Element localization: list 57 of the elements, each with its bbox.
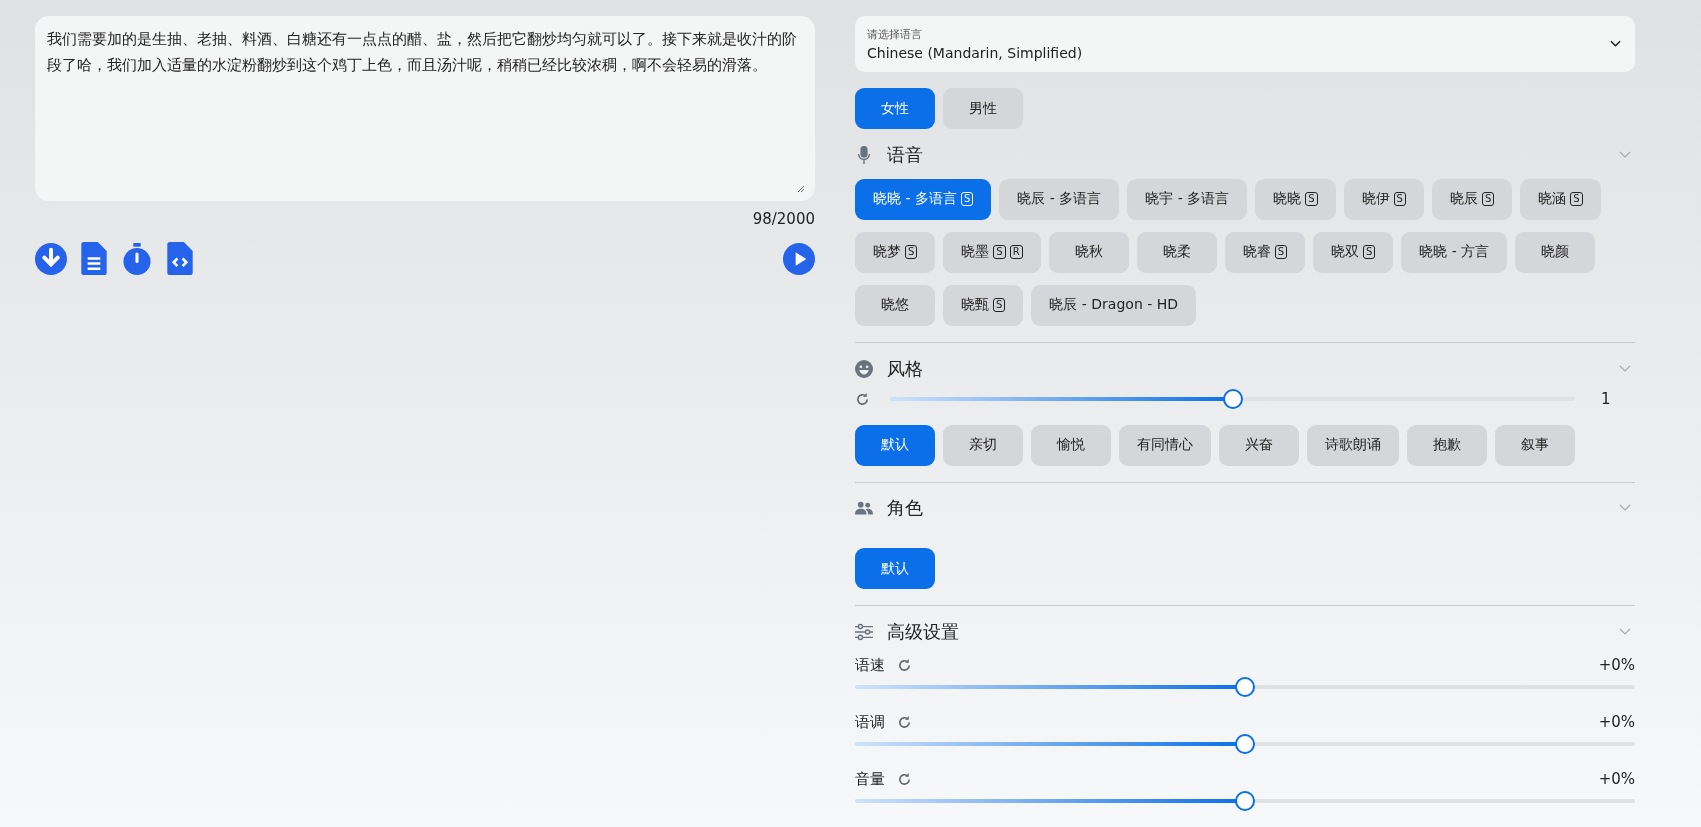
voice-option[interactable]: 晓辰 - Dragon - HD <box>1031 284 1196 326</box>
voice-badge: S <box>993 298 1006 313</box>
slider-value: +0% <box>1598 713 1635 732</box>
voice-option[interactable]: 晓秋 <box>1048 231 1129 273</box>
slider-label: 音量 <box>855 770 885 789</box>
style-option[interactable]: 诗歌朗诵 <box>1307 424 1399 466</box>
voice-option[interactable]: 晓双 S <box>1313 231 1394 273</box>
voice-option[interactable]: 晓晓 S <box>1255 178 1336 220</box>
voice-badge: S <box>905 245 918 260</box>
voice-option[interactable]: 晓宇 - 多语言 <box>1127 178 1248 220</box>
gender-option[interactable]: 男性 <box>943 88 1023 129</box>
style-option[interactable]: 默认 <box>855 424 935 466</box>
slider-value: +0% <box>1598 656 1635 675</box>
select-label: 请选择语言 <box>867 27 923 42</box>
voice-badge: S <box>1393 192 1406 207</box>
section-title: 角色 <box>887 496 924 521</box>
style-option[interactable]: 有同情心 <box>1119 424 1211 466</box>
slider-label: 语调 <box>855 713 885 732</box>
style-option[interactable]: 亲切 <box>943 424 1023 466</box>
slider-label: 语速 <box>855 656 885 675</box>
voice-badge: S <box>1570 192 1583 207</box>
select-value: Chinese (Mandarin, Simplified) <box>867 45 1084 61</box>
section-title: 高级设置 <box>887 620 960 645</box>
voice-option[interactable]: 晓柔 <box>1136 231 1217 273</box>
voice-option[interactable]: 晓睿 S <box>1224 231 1306 273</box>
language-select[interactable]: 请选择语言 Chinese (Mandarin, Simplified) <box>855 16 1635 72</box>
voice-option[interactable]: 晓辰 - 多语言 <box>999 178 1120 220</box>
gender-option[interactable]: 女性 <box>855 88 935 129</box>
voice-badge: S <box>993 245 1006 260</box>
voice-option[interactable]: 晓墨 S R <box>943 231 1041 273</box>
voice-badge: S <box>1481 192 1495 207</box>
voice-option[interactable]: 晓甄 S <box>943 284 1024 326</box>
character-counter: 98/2000 <box>751 210 815 228</box>
text-input-field[interactable]: 我们需要加的是生抽、老抽、料酒、白糖还有一点点的醋、盐，然后把它翻炒均匀就可以了。接下来就是收汁的阶段了哈，我们加入适量的水淀粉翻炒到这个鸡丁上色，而且汤汁呢，稍稍已经比较浓稠，啊不会轻易的滑落。 <box>35 16 815 201</box>
voice-option[interactable]: 晓涵 S <box>1520 178 1601 220</box>
voice-badge: S <box>1363 245 1376 260</box>
voice-option[interactable]: 晓辰 S <box>1431 178 1513 220</box>
style-option[interactable]: 愉悦 <box>1031 424 1111 466</box>
slider-value: 1 <box>1601 390 1612 409</box>
voice-option[interactable]: 晓晓 - 方言 <box>1401 231 1508 273</box>
style-option[interactable]: 兴奋 <box>1219 424 1299 466</box>
voice-option[interactable]: 晓悠 <box>855 284 935 326</box>
section-title: 风格 <box>887 356 924 381</box>
style-option[interactable]: 叙事 <box>1495 424 1575 466</box>
voice-badge: S <box>1305 192 1318 207</box>
style-option[interactable]: 抱歉 <box>1407 424 1487 466</box>
voice-option[interactable]: 晓伊 S <box>1343 178 1424 220</box>
input-text: 我们需要加的是生抽、老抽、料酒、白糖还有一点点的醋、盐，然后把它翻炒均匀就可以了。接下来就是收汁的阶段了哈，我们加入适量的水淀粉翻炒到这个鸡丁上色，而且汤汁呢，稍稍已经比较浓稠，啊不会轻易的滑落。 <box>47 29 798 76</box>
voice-option[interactable]: 晓晓 - 多语言 S <box>855 178 992 220</box>
voice-badge: R <box>1009 245 1023 260</box>
voice-badge: S <box>960 192 974 207</box>
slider-value: +0% <box>1598 770 1635 789</box>
voice-badge: S <box>1274 245 1288 260</box>
role-option[interactable]: 默认 <box>855 548 935 590</box>
voice-option[interactable]: 晓颜 <box>1515 231 1596 273</box>
section-title: 语音 <box>887 142 924 167</box>
voice-option[interactable]: 晓梦 S <box>855 231 936 273</box>
